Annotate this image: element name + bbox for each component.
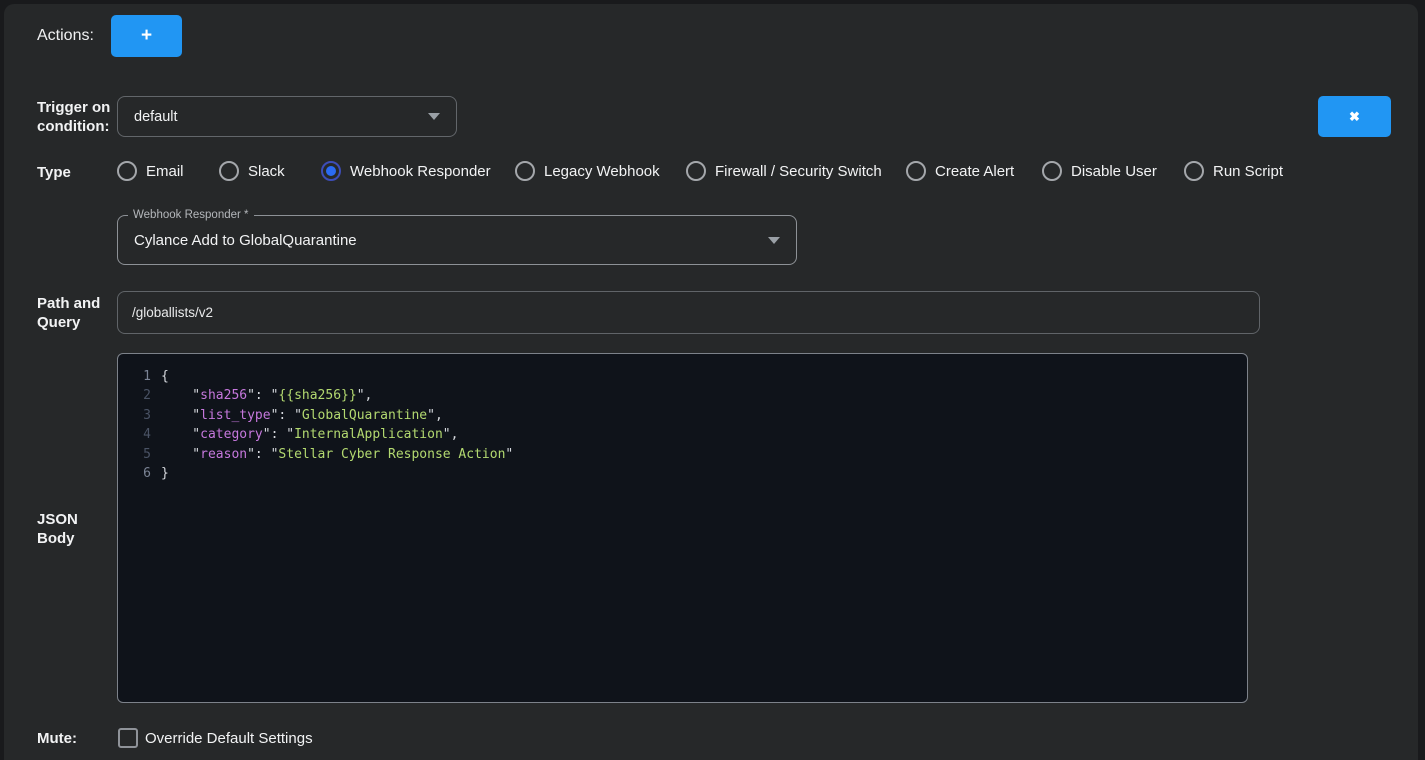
trigger-condition-label: Trigger on condition: — [37, 98, 110, 136]
path-query-input[interactable]: /globallists/v2 — [117, 291, 1260, 334]
radio-unselected-icon — [117, 161, 137, 181]
radio-unselected-icon — [906, 161, 926, 181]
type-radio-group: Email Slack Webhook Responder Legacy Webhoo… — [4, 160, 1418, 184]
remove-action-button[interactable]: ✖ — [1318, 96, 1391, 137]
override-default-settings-checkbox[interactable] — [118, 728, 138, 748]
type-radio-disable-user[interactable]: Disable User — [1042, 160, 1157, 182]
code-line: 2 "sha256": "{{sha256}}", — [118, 386, 1247, 405]
radio-label: Create Alert — [935, 163, 1014, 180]
code-line: 5 "reason": "Stellar Cyber Response Acti… — [118, 445, 1247, 464]
radio-unselected-icon — [686, 161, 706, 181]
code-line: 4 "category": "InternalApplication", — [118, 425, 1247, 444]
radio-unselected-icon — [219, 161, 239, 181]
path-query-value: /globallists/v2 — [118, 305, 213, 320]
json-body-label: JSON Body — [37, 510, 78, 548]
webhook-responder-select[interactable]: Webhook Responder * Cylance Add to Globa… — [117, 215, 797, 265]
chevron-down-icon — [428, 113, 440, 120]
line-number: 3 — [118, 406, 151, 425]
action-config-panel: Actions: + Trigger on condition: default… — [4, 4, 1418, 760]
json-body-editor[interactable]: 1{2 "sha256": "{{sha256}}",3 "list_type"… — [117, 353, 1248, 703]
line-number: 5 — [118, 445, 151, 464]
type-radio-firewall-security-switch[interactable]: Firewall / Security Switch — [686, 160, 882, 182]
trigger-condition-select[interactable]: default — [117, 96, 457, 137]
line-number: 6 — [118, 464, 151, 483]
radio-label: Legacy Webhook — [544, 163, 660, 180]
radio-label: Run Script — [1213, 163, 1283, 180]
radio-unselected-icon — [1184, 161, 1204, 181]
code-line: 6} — [118, 464, 1247, 483]
type-radio-email[interactable]: Email — [117, 160, 184, 182]
chevron-down-icon — [768, 237, 780, 244]
radio-label: Slack — [248, 163, 285, 180]
code-line: 3 "list_type": "GlobalQuarantine", — [118, 406, 1247, 425]
code-line: 1{ — [118, 367, 1247, 386]
type-radio-webhook-responder[interactable]: Webhook Responder — [321, 160, 491, 182]
trigger-condition-value: default — [118, 109, 428, 125]
type-radio-legacy-webhook[interactable]: Legacy Webhook — [515, 160, 660, 182]
actions-label: Actions: — [37, 27, 94, 45]
radio-unselected-icon — [1042, 161, 1062, 181]
webhook-responder-value: Cylance Add to GlobalQuarantine — [118, 232, 768, 249]
radio-label: Firewall / Security Switch — [715, 163, 882, 180]
mute-label: Mute: — [37, 729, 77, 748]
type-radio-run-script[interactable]: Run Script — [1184, 160, 1283, 182]
line-number: 1 — [118, 367, 151, 386]
type-radio-slack[interactable]: Slack — [219, 160, 285, 182]
radio-label: Disable User — [1071, 163, 1157, 180]
radio-label: Email — [146, 163, 184, 180]
add-action-button[interactable]: + — [111, 15, 182, 57]
radio-selected-icon — [321, 161, 341, 181]
close-icon: ✖ — [1349, 109, 1360, 125]
radio-unselected-icon — [515, 161, 535, 181]
line-number: 2 — [118, 386, 151, 405]
webhook-responder-floating-label: Webhook Responder * — [128, 209, 254, 222]
radio-label: Webhook Responder — [350, 163, 491, 180]
type-radio-create-alert[interactable]: Create Alert — [906, 160, 1014, 182]
override-default-settings-label: Override Default Settings — [145, 730, 313, 747]
plus-icon: + — [141, 25, 152, 47]
line-number: 4 — [118, 425, 151, 444]
path-query-label: Path and Query — [37, 294, 100, 332]
